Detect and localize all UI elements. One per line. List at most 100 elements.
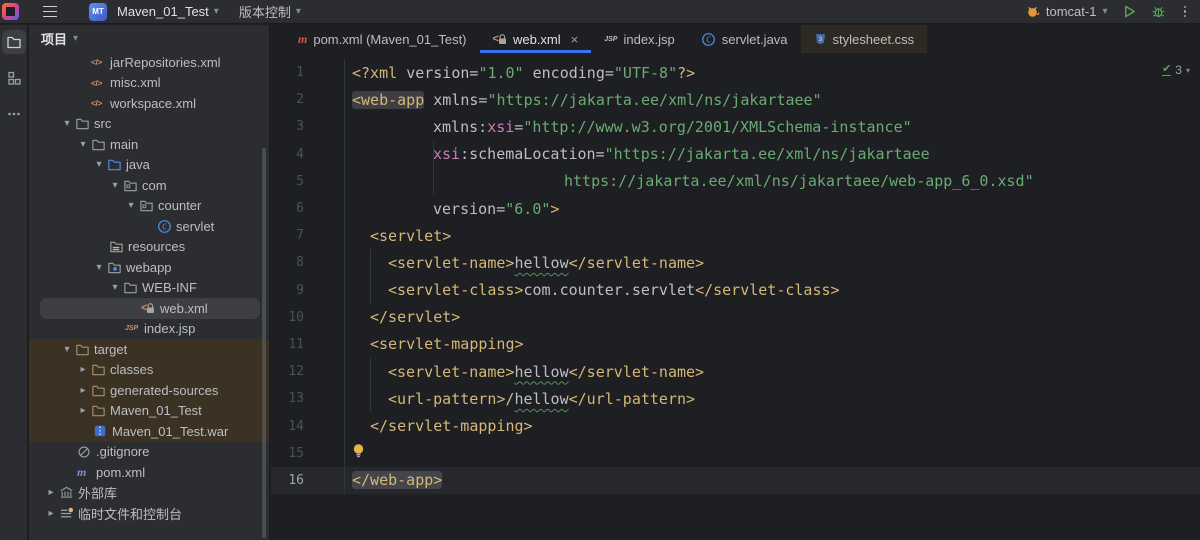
tab-stylesheet.css[interactable]: 3 stylesheet.css <box>800 25 928 53</box>
project-panel-header[interactable]: 项目 ▾ <box>29 25 269 52</box>
tree-item-.gitignore[interactable]: .gitignore <box>29 442 269 463</box>
structure-tool-button[interactable] <box>2 66 26 90</box>
vcs-selector[interactable]: 版本控制 ▾ <box>239 2 301 21</box>
tree-item-java[interactable]: ▾ java <box>29 155 269 176</box>
code-line-11[interactable]: 11 <servlet-mapping> <box>271 330 1200 359</box>
tree-item-jarRepositories.xml[interactable]: </> jarRepositories.xml <box>29 52 269 73</box>
code-content: https://jakarta.ee/xml/ns/jakartaee/web-… <box>345 167 1034 195</box>
line-number[interactable]: 13 <box>271 385 345 413</box>
tab-pom.xml[interactable]: m pom.xml (Maven_01_Test) <box>285 25 480 53</box>
chevron-down-icon[interactable]: ▾ <box>107 180 123 191</box>
tree-item-main[interactable]: ▾ main <box>29 134 269 155</box>
project-tree: </> jarRepositories.xml </> misc.xml </> work… <box>29 52 269 524</box>
line-number[interactable]: 16 <box>271 466 345 494</box>
code-line-10[interactable]: 10 </servlet> <box>271 303 1200 331</box>
tree-item-index.jsp[interactable]: JSP index.jsp <box>29 319 269 340</box>
chevron-down-icon[interactable]: ▾ <box>75 139 91 150</box>
line-number[interactable]: 12 <box>271 358 345 386</box>
tomcat-icon <box>1027 7 1040 17</box>
line-number[interactable]: 14 <box>271 412 345 440</box>
debug-button[interactable] <box>1151 4 1166 19</box>
tree-item-misc.xml[interactable]: </> misc.xml <box>29 73 269 94</box>
vcs-label: 版本控制 <box>238 5 291 20</box>
tree-item-WEB-INF[interactable]: ▾ WEB-INF <box>29 278 269 299</box>
code-line-16[interactable]: 16 </web-app> <box>271 466 1200 494</box>
hamburger-menu-icon[interactable] <box>43 6 57 17</box>
more-actions-button[interactable] <box>1180 5 1191 18</box>
code-line-7[interactable]: 7 <servlet> <box>271 222 1200 250</box>
tree-item-generated-sources[interactable]: ▸ generated-sources <box>29 380 269 401</box>
tree-item-Maven_01_Test.war[interactable]: Maven_01_Test.war <box>29 421 269 442</box>
chevron-right-icon[interactable]: ▸ <box>43 508 59 519</box>
intention-bulb-icon[interactable] <box>352 443 365 463</box>
panel-scrollbar[interactable] <box>262 148 266 538</box>
code-token: xmlns: <box>433 117 488 136</box>
line-number[interactable]: 4 <box>271 140 345 168</box>
indent-guide <box>370 358 371 386</box>
line-number[interactable]: 5 <box>271 167 345 195</box>
code-editor[interactable]: ✔ 3 ▾ 1 <?xml version= "1.0" encoding= "UTF… <box>271 53 1200 494</box>
code-line-5[interactable]: 5 https://jakarta.ee/xml/ns/jakartaee/web… <box>271 167 1200 195</box>
code-line-2[interactable]: 2 <web-app xmlns= "https://jakarta.ee/xml/… <box>271 86 1200 114</box>
tree-item-label: misc.xml <box>110 75 161 91</box>
line-number[interactable]: 8 <box>271 249 345 277</box>
line-number[interactable]: 15 <box>271 439 345 467</box>
chevron-right-icon[interactable]: ▸ <box>75 385 91 396</box>
code-line-1[interactable]: 1 <?xml version= "1.0" encoding= "UTF-8" ?> <box>271 59 1200 87</box>
tree-item-counter[interactable]: ▾ counter <box>29 196 269 217</box>
chevron-right-icon[interactable]: ▸ <box>75 364 91 375</box>
tree-item-servlet[interactable]: Cservlet <box>29 216 269 237</box>
tree-item-临时文件和控制台[interactable]: ▸ 临时文件和控制台 <box>29 503 269 524</box>
inspections-widget[interactable]: ✔ 3 ▾ <box>1162 63 1190 77</box>
tree-item-com[interactable]: ▾ com <box>29 175 269 196</box>
code-line-3[interactable]: 3 xmlns: xsi = "http://www.w3.org/2001/XMLSc… <box>271 113 1200 141</box>
tree-item-web.xml[interactable]: < web.xml <box>29 298 269 319</box>
chevron-down-icon[interactable]: ▾ <box>59 344 75 355</box>
line-number[interactable]: 2 <box>271 86 345 114</box>
tab-index.jsp[interactable]: JSP index.jsp <box>591 25 688 53</box>
line-number[interactable]: 6 <box>271 194 345 223</box>
chevron-down-icon[interactable]: ▾ <box>123 200 139 211</box>
code-line-15[interactable]: 15 <box>271 439 1200 467</box>
run-button[interactable] <box>1122 4 1137 19</box>
tree-item-resources[interactable]: resources <box>29 237 269 258</box>
code-line-12[interactable]: 12 <servlet-name> hellow </servlet-name> <box>271 358 1200 386</box>
project-avatar[interactable]: MT <box>89 2 107 21</box>
line-number[interactable]: 3 <box>271 113 345 141</box>
project-tool-button[interactable] <box>1 30 26 54</box>
chevron-down-icon[interactable]: ▾ <box>91 262 107 273</box>
tree-item-pom.xml[interactable]: m pom.xml <box>29 462 269 483</box>
run-configuration-selector[interactable]: tomcat-1 ▾ <box>1025 4 1108 19</box>
chevron-down-icon[interactable]: ▾ <box>91 159 107 170</box>
more-tool-windows-button[interactable] <box>2 102 26 126</box>
tree-item-target[interactable]: ▾ target <box>29 339 269 360</box>
scratch-icon <box>59 506 77 521</box>
code-line-13[interactable]: 13 <url-pattern> / hellow </url-pattern> <box>271 385 1200 413</box>
code-line-9[interactable]: 9 <servlet-class> com.counter.servlet </ser… <box>271 276 1200 304</box>
chevron-down-icon[interactable]: ▾ <box>59 118 75 129</box>
code-line-8[interactable]: 8 <servlet-name> hellow </servlet-name> <box>271 249 1200 277</box>
line-number[interactable]: 9 <box>271 276 345 304</box>
tree-item-workspace.xml[interactable]: </> workspace.xml <box>29 93 269 114</box>
chevron-right-icon[interactable]: ▸ <box>43 487 59 498</box>
tree-item-webapp[interactable]: ▾ webapp <box>29 257 269 278</box>
code-line-14[interactable]: 14 </servlet-mapping> <box>271 412 1200 440</box>
chevron-down-icon[interactable]: ▾ <box>107 282 123 293</box>
line-number[interactable]: 11 <box>271 330 345 359</box>
class-icon: C <box>157 219 175 234</box>
tab-servlet.java[interactable]: Cservlet.java <box>688 25 801 53</box>
line-number[interactable]: 1 <box>271 59 345 87</box>
tree-item-src[interactable]: ▾ src <box>29 114 269 135</box>
code-token: xsi <box>433 145 461 164</box>
code-line-6[interactable]: 6 version= "6.0" > <box>271 194 1200 223</box>
code-line-4[interactable]: 4 xsi:schemaLocation= "https://jakarta.ee/… <box>271 140 1200 168</box>
close-icon[interactable]: × <box>571 32 579 47</box>
project-selector[interactable]: Maven_01_Test ▾ <box>117 4 219 19</box>
tree-item-classes[interactable]: ▸ classes <box>29 359 269 380</box>
tree-item-外部库[interactable]: ▸ 外部库 <box>29 483 269 504</box>
line-number[interactable]: 10 <box>271 303 345 331</box>
line-number[interactable]: 7 <box>271 222 345 250</box>
tab-web.xml[interactable]: < web.xml × <box>480 25 592 53</box>
tree-item-Maven_01_Test[interactable]: ▸ Maven_01_Test <box>29 400 269 421</box>
chevron-right-icon[interactable]: ▸ <box>75 405 91 416</box>
